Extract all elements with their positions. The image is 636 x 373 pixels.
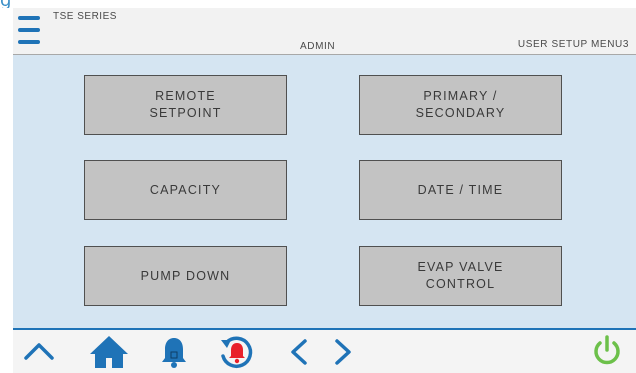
user-role-label: ADMIN [300, 41, 336, 52]
footer-divider [13, 328, 636, 330]
power-icon[interactable] [591, 335, 623, 367]
capacity-button[interactable]: CAPACITY [84, 160, 287, 220]
menu-title: USER SETUP MENU3 [517, 39, 629, 50]
footer-bar [13, 328, 636, 373]
alarm-history-icon[interactable] [219, 334, 255, 370]
chevron-left-icon[interactable] [289, 338, 309, 366]
series-label: TSE SERIES [53, 11, 117, 22]
evap-valve-control-button[interactable]: EVAP VALVE CONTROL [359, 246, 562, 306]
hamburger-menu-icon[interactable] [18, 13, 40, 47]
chevron-up-icon[interactable] [24, 341, 54, 361]
bell-icon[interactable] [161, 336, 187, 368]
home-icon[interactable] [89, 334, 129, 368]
menu-panel: REMOTE SETPOINT PRIMARY / SECONDARY CAPA… [13, 55, 636, 328]
remote-setpoint-button[interactable]: REMOTE SETPOINT [84, 75, 287, 135]
primary-secondary-button[interactable]: PRIMARY / SECONDARY [359, 75, 562, 135]
pump-down-button[interactable]: PUMP DOWN [84, 246, 287, 306]
header-bar: TSE SERIES ADMIN USER SETUP MENU3 [13, 8, 636, 55]
chevron-right-icon[interactable] [333, 338, 353, 366]
date-time-button[interactable]: DATE / TIME [359, 160, 562, 220]
top-strip: g [0, 0, 636, 8]
